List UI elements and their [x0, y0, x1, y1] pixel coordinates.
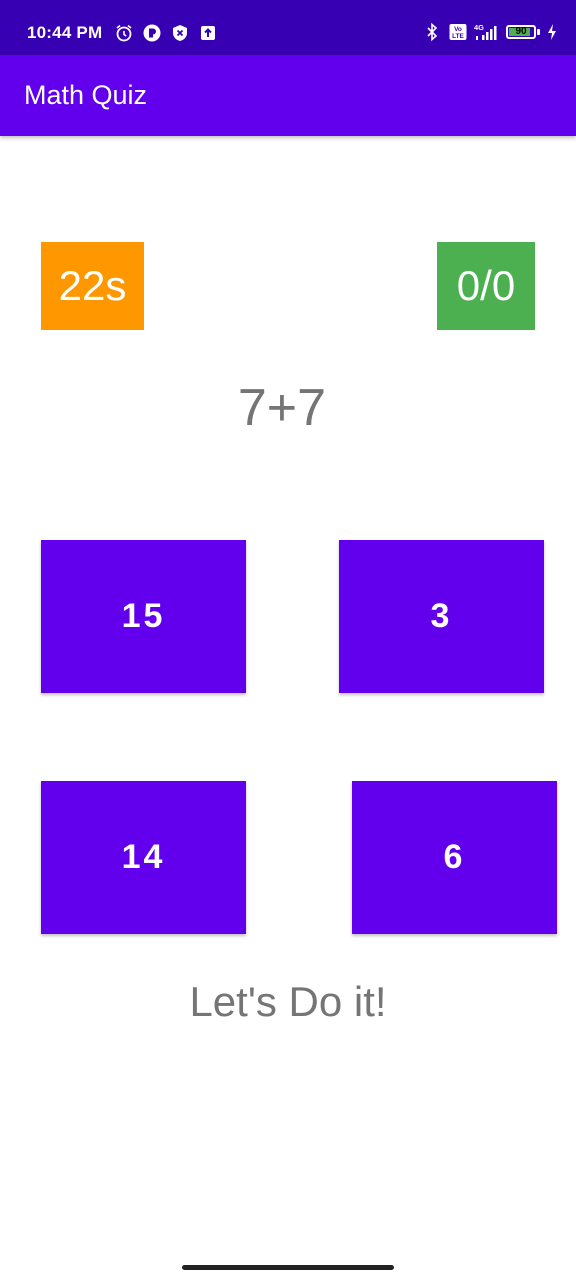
bluetooth-icon	[422, 22, 442, 42]
answer-button-3[interactable]: 14	[41, 781, 246, 934]
status-icons-right: Vo LTE 4G 90	[422, 22, 558, 42]
app-bar: Math Quiz	[0, 55, 576, 136]
status-icons-left	[114, 23, 218, 43]
status-time: 10:44 PM	[27, 23, 103, 42]
svg-text:LTE: LTE	[452, 33, 464, 40]
navigation-handle[interactable]	[182, 1265, 394, 1270]
score-display: 0/0	[437, 242, 535, 330]
svg-text:Vo: Vo	[454, 26, 462, 33]
charging-icon	[546, 22, 558, 42]
shield-icon	[170, 23, 190, 43]
battery-body: 90	[506, 25, 536, 39]
battery-tip	[537, 29, 540, 35]
battery-icon: 90	[506, 25, 540, 39]
answer-button-1[interactable]: 15	[41, 540, 246, 693]
answer-button-4[interactable]: 6	[352, 781, 557, 934]
timer-display: 22s	[41, 242, 144, 330]
feedback-message: Let's Do it!	[189, 978, 387, 1025]
upload-icon	[198, 23, 218, 43]
battery-level: 90	[515, 26, 527, 37]
svg-text:4G: 4G	[474, 23, 484, 32]
app-notification-icon	[142, 23, 162, 43]
signal-4g-icon: 4G	[474, 22, 500, 42]
volte-icon: Vo LTE	[448, 22, 468, 42]
question-text: 7+7	[237, 379, 327, 437]
answer-button-2[interactable]: 3	[339, 540, 544, 693]
alarm-icon	[114, 23, 134, 43]
status-bar: 10:44 PM Vo LTE 4G 90	[0, 0, 576, 55]
app-title: Math Quiz	[24, 80, 148, 110]
